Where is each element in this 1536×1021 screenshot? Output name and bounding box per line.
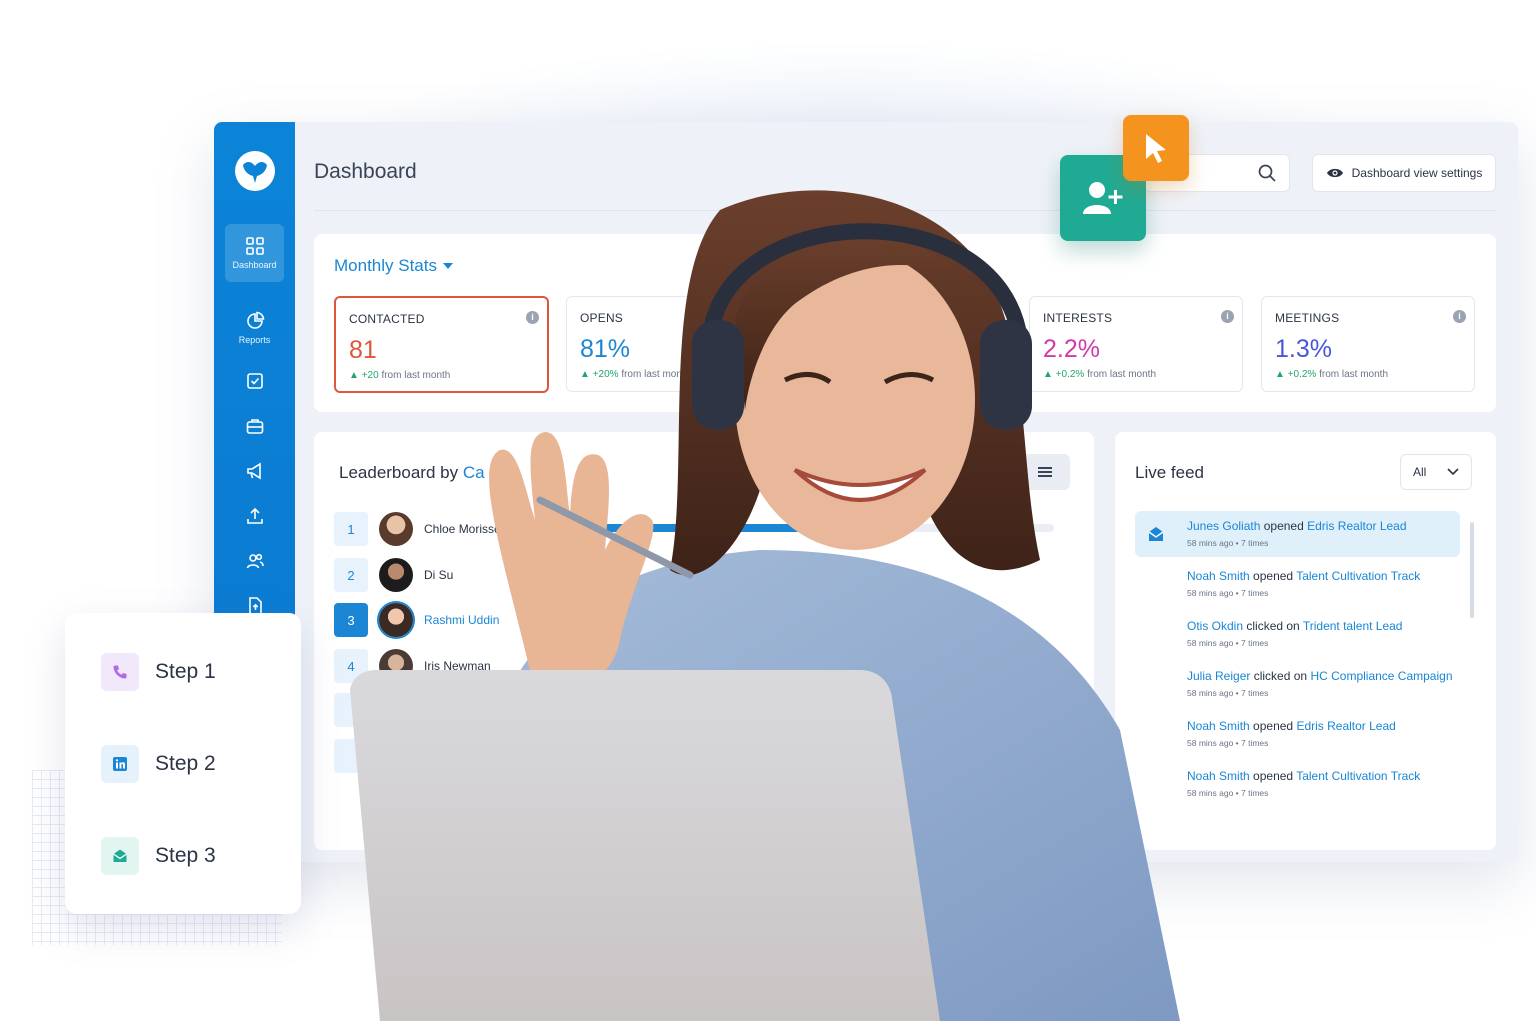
feed-item[interactable]: Noah Smith opened Edris Realtor Lead 58 … [1135,711,1460,757]
search-icon[interactable] [1257,163,1277,183]
feed-meta: 58 mins ago • 7 times [1187,688,1269,698]
stat-value: 1.3% [1275,335,1332,363]
feed-text: Otis Okdin clicked on Trident talent Lea… [1187,619,1403,633]
pie-chart-icon [246,311,264,329]
step-icon-box [101,745,139,783]
megaphone-icon [246,462,261,480]
feed-scrollbar[interactable] [1470,522,1474,618]
step-1[interactable]: Step 1 [101,653,216,691]
sidebar-item-dashboard[interactable]: Dashboard [225,224,284,282]
step-icon-box [101,653,139,691]
feed-filter-select[interactable]: All [1400,454,1472,490]
sidebar-item-label: Reports [238,335,271,345]
stat-name: MEETINGS [1275,311,1340,325]
sidebar-item-label: Dashboard [232,260,277,270]
feed-item[interactable]: Noah Smith opened Talent Cultivation Tra… [1135,761,1460,807]
phone-icon [113,665,127,679]
step-label: Step 3 [155,844,216,867]
feed-meta: 58 mins ago • 7 times [1187,638,1269,648]
steps-card: Step 1 Step 2 Step 3 [65,613,301,914]
info-icon[interactable]: i [1221,310,1234,323]
feed-item[interactable]: Noah Smith opened Talent Cultivation Tra… [1135,561,1460,607]
feed-item[interactable]: Junes Goliath opened Edris Realtor Lead … [1135,511,1460,557]
upload-icon [246,507,263,524]
view-settings-label: Dashboard view settings [1351,166,1483,180]
step-icon-box [101,837,139,875]
feed-text: Noah Smith opened Edris Realtor Lead [1187,719,1396,733]
feed-item[interactable]: Otis Okdin clicked on Trident talent Lea… [1135,611,1460,657]
step-label: Step 1 [155,660,216,683]
mail-open-icon [113,849,127,862]
grid-icon [245,237,264,255]
chevron-down-icon [1447,468,1459,476]
briefcase-icon [246,419,263,434]
feed-item[interactable]: Julia Reiger clicked on HC Compliance Ca… [1135,661,1460,707]
cursor-icon [1146,134,1166,163]
feed-text: Junes Goliath opened Edris Realtor Lead [1187,519,1407,533]
feed-filter-value: All [1413,465,1427,479]
stat-delta: ▲ +0.2% from last month [1275,369,1389,380]
add-user-icon [1083,182,1123,214]
eye-icon [1326,168,1343,178]
feed-text: Noah Smith opened Talent Cultivation Tra… [1187,769,1421,783]
step-label: Step 2 [155,752,216,775]
feed-meta: 58 mins ago • 7 times [1187,788,1269,798]
info-icon[interactable]: i [1453,310,1466,323]
checkbox-icon [246,373,263,389]
linkedin-icon [113,757,127,771]
stat-card-meetings[interactable]: MEETINGS i 1.3% ▲ +0.2% from last month [1261,296,1475,392]
users-icon [246,553,264,569]
brand-logo [235,151,275,191]
cursor-tile[interactable] [1123,115,1189,181]
feed-meta: 58 mins ago • 7 times [1187,738,1269,748]
feed-text: Noah Smith opened Talent Cultivation Tra… [1187,569,1421,583]
feed-text: Julia Reiger clicked on HC Compliance Ca… [1187,669,1453,683]
person-with-headset-illustration [350,190,1180,1021]
dashboard-view-settings-button[interactable]: Dashboard view settings [1312,154,1496,192]
step-2[interactable]: Step 2 [101,745,216,783]
feed-meta: 58 mins ago • 7 times [1187,538,1269,548]
feed-meta: 58 mins ago • 7 times [1187,588,1269,598]
step-3[interactable]: Step 3 [101,837,216,875]
sidebar-item-reports[interactable]: Reports [225,299,284,357]
